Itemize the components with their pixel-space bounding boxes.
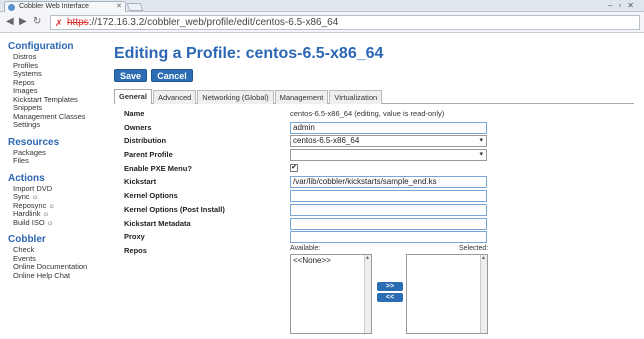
browser-tabbar: Cobbler Web Interface ✕ –▫✕ [0, 0, 644, 12]
proxy-input[interactable] [290, 231, 487, 244]
insecure-lock-icon: ✗ [55, 18, 63, 28]
sidebar: Configuration Distros Profiles Systems R… [8, 41, 108, 287]
kickstart-label: Kickstart [124, 177, 157, 187]
selected-repos-label: Selected: [459, 244, 489, 252]
form-row-name: Name centos-6.5-x86_64 (editing, value i… [114, 107, 634, 121]
distribution-label: Distribution [124, 136, 167, 146]
owners-label: Owners [124, 122, 152, 132]
kernel-options-label: Kernel Options [124, 191, 178, 201]
address-bar: ◀ ▶ ↻ ✗ https://172.16.3.2/cobbler_web/p… [0, 12, 644, 33]
kickstart-metadata-label: Kickstart Metadata [124, 218, 191, 228]
cancel-button[interactable]: Cancel [151, 69, 193, 82]
form-row-kernel-options: Kernel Options [114, 189, 634, 203]
sidebar-item-files[interactable]: Files [13, 156, 108, 166]
tab-general[interactable]: General [114, 89, 152, 104]
parent-profile-label: Parent Profile [124, 150, 173, 160]
tab-bar: General Advanced Networking (Global) Manage… [114, 89, 634, 104]
url-protocol: https [67, 17, 89, 28]
kickstart-metadata-input[interactable] [290, 217, 487, 230]
sidebar-section-title: Resources [8, 136, 60, 148]
cobbler-favicon-icon [8, 4, 15, 11]
form-row-distribution: Distribution centos-6.5-x86_64 [114, 134, 634, 148]
url-input[interactable]: ✗ https://172.16.3.2/cobbler_web/profile… [50, 15, 640, 30]
url-path: ://172.16.3.2/cobbler_web/profile/edit/c… [88, 17, 339, 28]
tab-advanced[interactable]: Advanced [152, 90, 197, 104]
kernel-options-post-label: Kernel Options (Post Install) [124, 204, 225, 214]
name-value: centos-6.5-x86_64 (editing, value is rea… [290, 109, 445, 118]
form-row-kernel-options-post: Kernel Options (Post Install) [114, 203, 634, 217]
sidebar-section-title: Configuration [8, 41, 74, 52]
form-row-parent-profile: Parent Profile [114, 148, 634, 162]
sidebar-item-build-iso[interactable]: Build ISO ☼ [13, 218, 108, 228]
owners-input[interactable]: admin [290, 121, 487, 134]
back-arrow-icon[interactable]: ◀ [6, 16, 14, 27]
main-content: Editing a Profile: centos-6.5-x86_64 Sav… [114, 45, 634, 334]
add-repo-button[interactable]: >> [377, 281, 403, 291]
form-row-owners: Owners admin [114, 121, 634, 135]
kernel-options-input[interactable] [290, 190, 487, 203]
sidebar-item-settings[interactable]: Settings [13, 120, 108, 130]
form-row-proxy: Proxy [114, 230, 634, 244]
profile-form: Name centos-6.5-x86_64 (editing, value i… [114, 107, 634, 334]
window-controls[interactable]: –▫✕ [608, 1, 640, 10]
available-repos-list[interactable]: <<None>> [290, 253, 372, 334]
browser-tab-title: Cobbler Web Interface [19, 3, 89, 10]
close-tab-icon[interactable]: ✕ [116, 2, 122, 12]
sidebar-section-title: Actions [8, 172, 45, 184]
sidebar-item-online-help-chat[interactable]: Online Help Chat [13, 271, 108, 281]
name-label: Name [124, 109, 145, 118]
enable-pxe-checkbox[interactable]: ✔ [290, 163, 298, 172]
save-button[interactable]: Save [114, 69, 148, 82]
available-repos-label: Available: [290, 244, 321, 252]
selected-repos-list[interactable] [406, 253, 488, 334]
page-title: Editing a Profile: centos-6.5-x86_64 [114, 45, 384, 62]
kernel-options-post-input[interactable] [290, 203, 487, 216]
scrollbar[interactable] [480, 254, 487, 333]
browser-tab[interactable]: Cobbler Web Interface ✕ [4, 1, 126, 12]
parent-profile-select[interactable] [290, 149, 487, 162]
form-row-kickstart: Kickstart /var/lib/cobbler/kickstarts/sa… [114, 175, 634, 189]
sidebar-section-title: Cobbler [8, 234, 46, 245]
kickstart-input[interactable]: /var/lib/cobbler/kickstarts/sample_end.k… [290, 176, 487, 189]
list-item[interactable]: <<None>> [293, 256, 369, 265]
reload-icon[interactable]: ↻ [33, 16, 41, 27]
forward-arrow-icon[interactable]: ▶ [19, 16, 27, 27]
form-row-repos: Repos Available: Selected: <<None>> >> <… [114, 244, 634, 334]
tab-management[interactable]: Management [274, 90, 329, 104]
distribution-select[interactable]: centos-6.5-x86_64 [290, 135, 487, 148]
enable-pxe-label: Enable PXE Menu? [124, 163, 192, 173]
scrollbar[interactable] [364, 254, 371, 333]
form-row-kickstart-metadata: Kickstart Metadata [114, 217, 634, 231]
proxy-label: Proxy [124, 232, 145, 242]
tab-virtualization[interactable]: Virtualization [329, 90, 383, 104]
new-tab-button[interactable] [126, 3, 144, 11]
action-buttons: Save Cancel [114, 69, 634, 83]
page: Configuration Distros Profiles Systems R… [0, 33, 644, 339]
tab-networking-global[interactable]: Networking (Global) [197, 90, 274, 104]
repos-label: Repos [124, 245, 147, 255]
form-row-enable-pxe: Enable PXE Menu? ✔ [114, 162, 634, 176]
remove-repo-button[interactable]: << [377, 292, 403, 302]
